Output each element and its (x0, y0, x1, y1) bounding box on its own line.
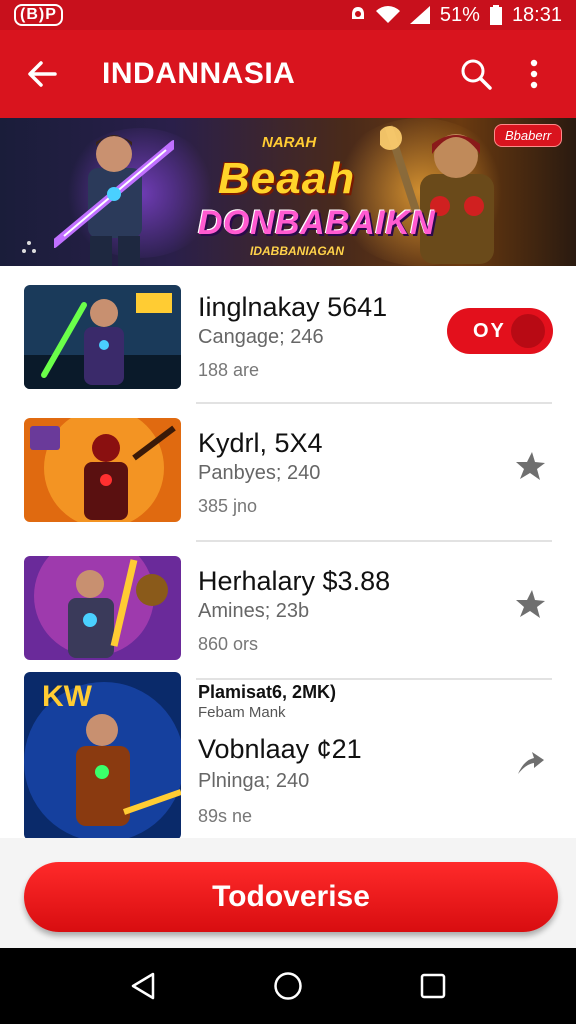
list-item[interactable]: Herhalary $3.88 Amines; 23b 860 ors (0, 542, 576, 680)
star-icon[interactable] (514, 450, 546, 482)
back-button[interactable] (20, 52, 64, 96)
list-item[interactable]: Kydrl, 5X4 Panbyes; 240 385 jno (0, 404, 576, 542)
battery-percent: 51% (439, 3, 480, 26)
item-category: Amines; 23b (198, 600, 310, 622)
game-thumbnail (24, 285, 181, 389)
item-name: Iinglnakay 5641 (198, 292, 388, 322)
list-item[interactable]: Iinglnakay 5641 Cangage; 246 188 are OY (0, 266, 576, 404)
search-button[interactable] (454, 52, 498, 96)
game-thumbnail (24, 556, 181, 660)
toggle-label: OY (473, 319, 506, 342)
banner-logo-tag: IDABBANIAGAN (250, 244, 344, 258)
item-name: Herhalary $3.88 (198, 566, 391, 596)
list-item[interactable]: KW Plamisat6, 2MK) Febam Mank Vobnlaay ¢… (0, 672, 576, 842)
game-thumbnail (24, 418, 181, 522)
item-size: 860 ors (198, 634, 259, 654)
banner-badge[interactable]: Bbaberr (494, 124, 563, 147)
arrow-left-icon (28, 61, 57, 87)
game-thumbnail: KW (24, 672, 181, 840)
battery-icon (489, 5, 502, 25)
item-size: 188 are (198, 360, 260, 380)
status-bar: (B)P 51% 18:31 (0, 0, 576, 30)
item-category: Panbyes; 240 (198, 462, 321, 484)
system-nav-bar (0, 948, 576, 1024)
page-title: INDANNASIA (102, 57, 296, 90)
wifi-icon (375, 6, 400, 24)
banner-logo-sub: DONBABAIKN (198, 204, 436, 242)
item-size: 385 jno (198, 496, 258, 516)
svg-text:KW: KW (42, 680, 93, 713)
promo-subtitle: Febam Mank (198, 704, 286, 721)
share-arrow-icon[interactable] (514, 748, 546, 780)
toggle-switch[interactable]: OY (447, 308, 553, 354)
nav-recents-button[interactable] (411, 964, 455, 1008)
signal-icon (409, 6, 430, 24)
promo-title: Plamisat6, 2MK) (198, 682, 337, 702)
item-category: Plninga; 240 (198, 770, 310, 792)
more-vert-icon (530, 59, 538, 89)
app-bar: INDANNASIA (0, 30, 576, 118)
share-icon[interactable] (22, 240, 36, 254)
star-icon[interactable] (514, 588, 546, 620)
nav-home-button[interactable] (266, 964, 310, 1008)
triangle-back-icon (131, 972, 154, 1000)
search-icon (461, 59, 492, 90)
toggle-knob (511, 314, 545, 348)
status-time: 18:31 (511, 3, 562, 26)
alarm-icon (351, 7, 364, 19)
square-recents-icon (421, 973, 446, 999)
banner-logo-main: Beaah (218, 154, 356, 203)
circle-home-icon (274, 972, 302, 1000)
nav-back-button[interactable] (121, 964, 165, 1008)
item-size: 89s ne (198, 806, 253, 826)
item-name: Vobnlaay ¢21 (198, 734, 362, 764)
primary-action-button[interactable]: Todoverise (24, 862, 558, 932)
item-category: Cangage; 246 (198, 326, 324, 348)
status-badge: (B)P (14, 4, 63, 26)
promo-banner[interactable]: NARAH Beaah DONBABAIKN IDABBANIAGAN Bbab… (0, 118, 576, 266)
overflow-menu-button[interactable] (512, 52, 556, 96)
item-name: Kydrl, 5X4 (198, 428, 323, 458)
banner-logo-top: NARAH (262, 134, 317, 151)
hero-warrior-image (54, 135, 174, 266)
